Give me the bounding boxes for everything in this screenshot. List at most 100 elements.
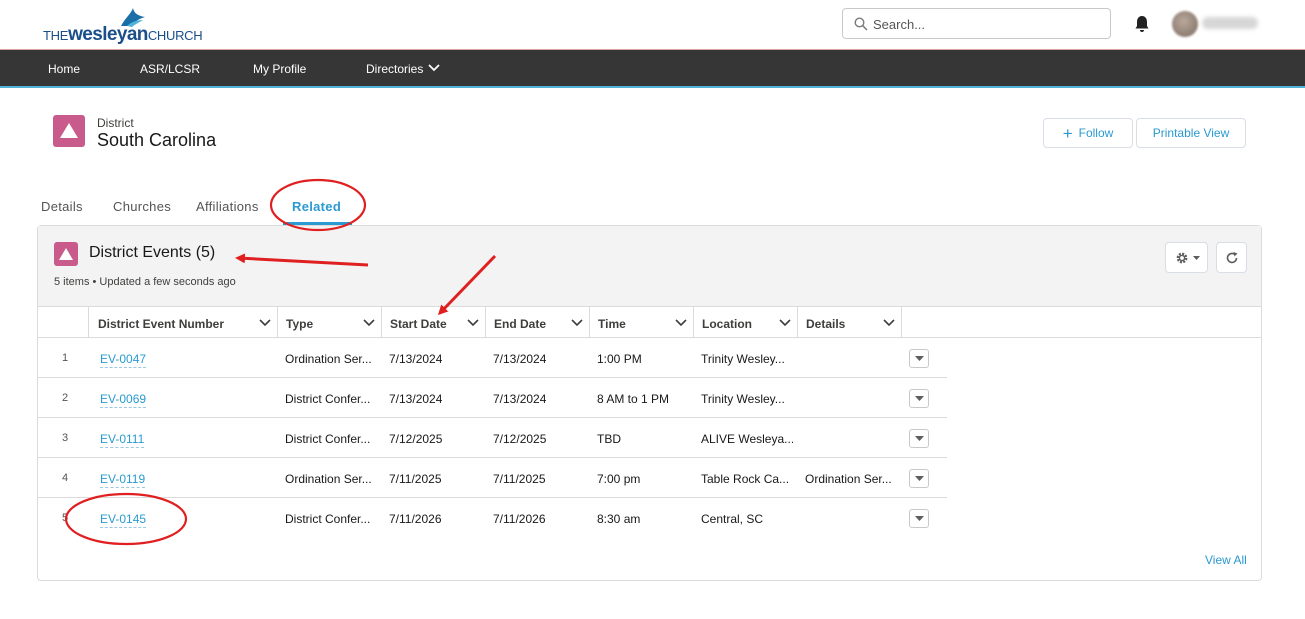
chevron-down-icon[interactable] [467, 319, 479, 327]
refresh-icon [1226, 252, 1238, 264]
card-header: District Events (5) 5 items • Updated a … [38, 226, 1261, 307]
event-number-link[interactable]: EV-0047 [100, 352, 147, 368]
column-header-details[interactable]: Details [798, 307, 902, 338]
row-actions-button[interactable] [909, 389, 929, 408]
chevron-down-icon [915, 356, 924, 361]
start-date: 7/13/2024 [389, 392, 443, 406]
row-actions-button[interactable] [909, 469, 929, 488]
event-type: District Confer... [285, 392, 371, 406]
event-type: District Confer... [285, 512, 371, 526]
triangle-icon [59, 248, 73, 260]
user-name-blurred[interactable] [1202, 17, 1258, 29]
chevron-down-icon[interactable] [883, 319, 895, 327]
event-number-link[interactable]: EV-0111 [100, 432, 145, 448]
chevron-down-icon [915, 396, 924, 401]
event-type: Ordination Ser... [285, 352, 372, 366]
caret-down-icon [1193, 256, 1200, 260]
column-header-start-date[interactable]: Start Date [382, 307, 486, 338]
search-box[interactable] [842, 8, 1111, 39]
chevron-down-icon [915, 516, 924, 521]
event-number-link[interactable]: EV-0119 [100, 472, 146, 488]
list-settings-button[interactable] [1165, 242, 1208, 273]
search-icon [854, 17, 868, 31]
bell-icon[interactable] [1134, 15, 1150, 33]
table-row: 2 EV-0069 District Confer... 7/13/2024 7… [38, 378, 947, 418]
tab-details[interactable]: Details [41, 199, 83, 214]
chevron-down-icon[interactable] [363, 319, 375, 327]
start-date: 7/11/2026 [389, 512, 442, 526]
start-date: 7/12/2025 [389, 432, 443, 446]
end-date: 7/13/2024 [493, 392, 547, 406]
view-all-link[interactable]: View All [1205, 553, 1247, 567]
event-details: Ordination Ser... [805, 472, 892, 486]
nav-item-my-profile[interactable]: My Profile [253, 62, 306, 76]
column-header-district-event-number[interactable]: District Event Number [89, 307, 278, 338]
chevron-down-icon [428, 64, 440, 72]
chevron-down-icon[interactable] [259, 319, 271, 327]
event-location: Central, SC [701, 512, 764, 526]
district-record-icon [53, 115, 85, 147]
nav-item-asr-lcsr[interactable]: ASR/LCSR [140, 62, 200, 76]
actions-column-header [902, 307, 1261, 338]
end-date: 7/13/2024 [493, 352, 547, 366]
refresh-button[interactable] [1216, 242, 1247, 273]
tab-related[interactable]: Related [292, 199, 341, 214]
table-row: 1 EV-0047 Ordination Ser... 7/13/2024 7/… [38, 338, 947, 378]
event-time: 7:00 pm [597, 472, 641, 486]
district-events-card: District Events (5) 5 items • Updated a … [37, 225, 1262, 581]
column-header-time[interactable]: Time [590, 307, 694, 338]
event-time: 8 AM to 1 PM [597, 392, 670, 406]
record-title: South Carolina [97, 130, 217, 150]
event-number-link[interactable]: EV-0145 [100, 512, 147, 528]
start-date: 7/11/2025 [389, 472, 442, 486]
end-date: 7/11/2025 [493, 472, 546, 486]
main-nav: Home ASR/LCSR My Profile Directories [0, 50, 1305, 88]
chevron-down-icon [915, 476, 924, 481]
event-time: 1:00 PM [597, 352, 642, 366]
row-number: 5 [62, 512, 69, 524]
tab-affiliations[interactable]: Affiliations [196, 199, 259, 214]
event-number-link[interactable]: EV-0069 [100, 392, 147, 408]
related-list-subtitle: 5 items • Updated a few seconds ago [54, 276, 236, 288]
plus-icon: + [1062, 124, 1073, 143]
triangle-icon [60, 123, 78, 138]
row-number: 1 [62, 352, 69, 364]
wesleyan-church-logo[interactable]: THEwesleyanCHURCH [43, 8, 213, 45]
related-list-title[interactable]: District Events (5) [89, 244, 215, 262]
nav-item-home[interactable]: Home [48, 62, 80, 76]
row-number: 3 [62, 432, 69, 444]
user-avatar[interactable] [1172, 11, 1198, 37]
event-location: Table Rock Ca... [701, 472, 790, 486]
end-date: 7/11/2026 [493, 512, 546, 526]
chevron-down-icon[interactable] [571, 319, 583, 327]
top-header: THEwesleyanCHURCH [0, 0, 1305, 50]
event-time: 8:30 am [597, 512, 641, 526]
event-location: ALIVE Wesleya... [701, 432, 793, 446]
row-actions-button[interactable] [909, 349, 929, 368]
column-header-end-date[interactable]: End Date [486, 307, 590, 338]
tab-churches[interactable]: Churches [113, 199, 171, 214]
column-header-type[interactable]: Type [278, 307, 382, 338]
row-actions-button[interactable] [909, 509, 929, 528]
start-date: 7/13/2024 [389, 352, 443, 366]
event-location: Trinity Wesley... [701, 352, 785, 366]
chevron-down-icon[interactable] [675, 319, 687, 327]
column-header-location[interactable]: Location [694, 307, 798, 338]
chevron-down-icon[interactable] [779, 319, 791, 327]
gear-icon [1176, 252, 1188, 264]
record-type-label: District [97, 116, 134, 130]
row-actions-button[interactable] [909, 429, 929, 448]
search-input[interactable] [873, 15, 1103, 33]
row-number: 2 [62, 392, 69, 404]
follow-button[interactable]: + Follow [1043, 118, 1133, 148]
printable-view-button[interactable]: Printable View [1136, 118, 1246, 148]
event-type: District Confer... [285, 432, 371, 446]
row-number: 4 [62, 472, 69, 484]
table-row: 5 EV-0145 District Confer... 7/11/2026 7… [38, 498, 947, 538]
logo-wordmark: THEwesleyanCHURCH [43, 24, 203, 45]
table-row: 4 EV-0119 Ordination Ser... 7/11/2025 7/… [38, 458, 947, 498]
event-location: Trinity Wesley... [701, 392, 785, 406]
row-number-column-header [38, 307, 89, 338]
chevron-down-icon [915, 436, 924, 441]
nav-item-directories[interactable]: Directories [366, 62, 440, 76]
